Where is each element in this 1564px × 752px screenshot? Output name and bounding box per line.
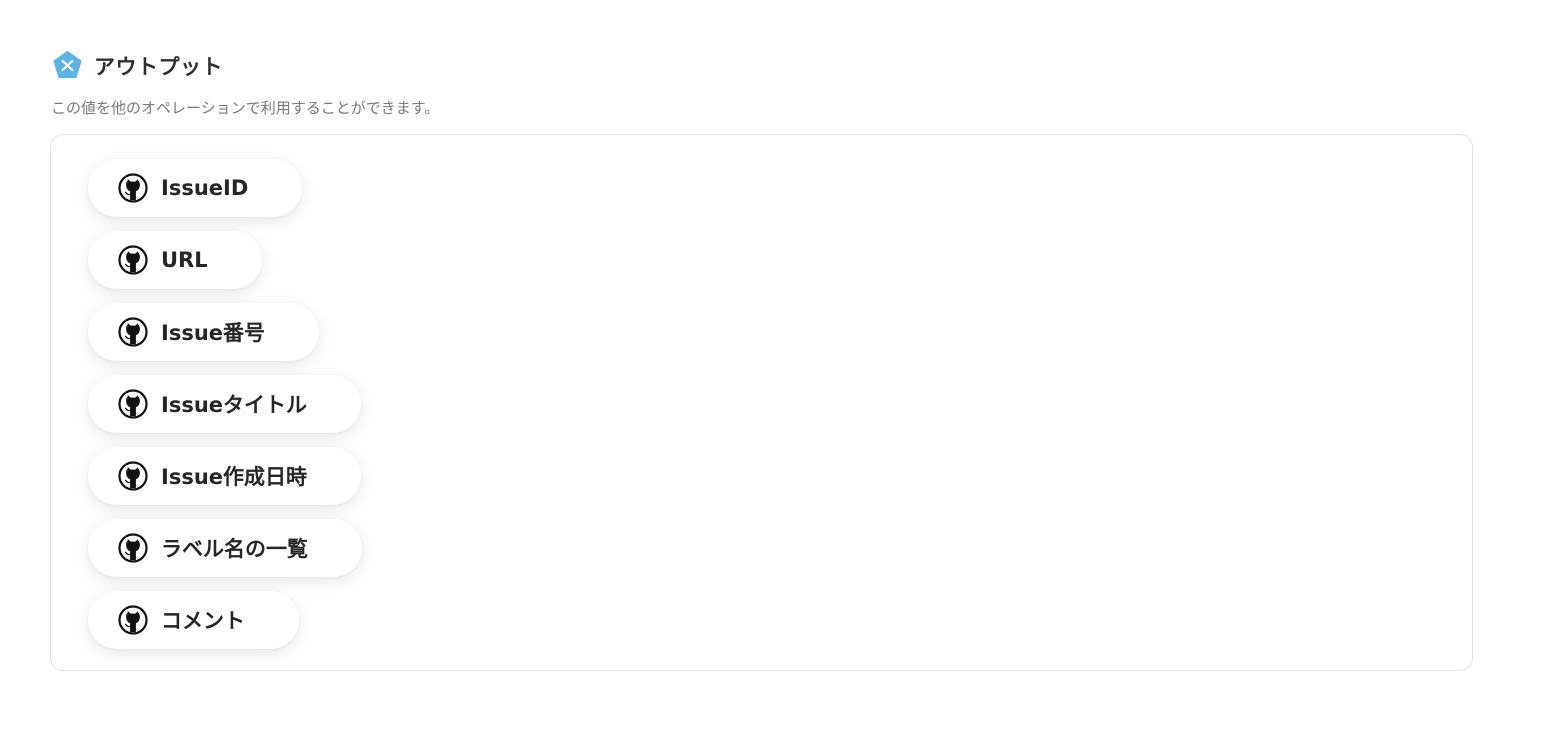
output-chip-label: Issueタイトル <box>161 393 308 417</box>
page-title: アウトプット <box>94 54 223 79</box>
output-chip-issue-id[interactable]: IssueID <box>88 159 303 217</box>
output-chip-label: URL <box>161 248 208 272</box>
output-chip-issue-title[interactable]: Issueタイトル <box>88 375 362 433</box>
pentagon-x-icon <box>53 50 82 79</box>
output-chip-label: コメント <box>161 609 245 633</box>
output-chip-label: Issue作成日時 <box>161 465 308 489</box>
output-panel: IssueID URL Issue番号 Issueタイトル Issue作成日時 … <box>50 134 1473 671</box>
output-header: アウトプット <box>52 50 223 81</box>
output-chip-label: Issue番号 <box>161 321 266 345</box>
github-icon <box>118 461 148 491</box>
output-chip-comment[interactable]: コメント <box>88 591 299 649</box>
github-icon <box>118 317 148 347</box>
output-description: この値を他のオペレーションで利用することができます。 <box>51 99 440 117</box>
output-chip-issue-created-at[interactable]: Issue作成日時 <box>88 447 362 505</box>
github-icon <box>118 389 148 419</box>
output-chip-label: ラベル名の一覧 <box>161 537 308 561</box>
output-chip-label: IssueID <box>161 176 249 200</box>
github-icon <box>118 245 148 275</box>
output-chip-url[interactable]: URL <box>88 231 262 289</box>
github-icon <box>118 605 148 635</box>
output-chip-list: IssueID URL Issue番号 Issueタイトル Issue作成日時 … <box>88 159 362 649</box>
output-chip-issue-number[interactable]: Issue番号 <box>88 303 320 361</box>
github-icon <box>118 173 148 203</box>
github-icon <box>118 533 148 563</box>
output-chip-label-names[interactable]: ラベル名の一覧 <box>88 519 362 577</box>
